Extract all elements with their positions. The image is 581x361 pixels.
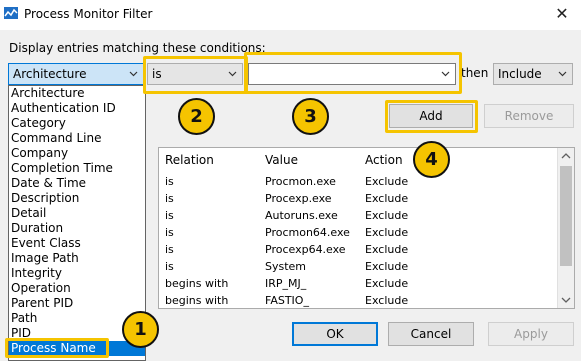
relation-cell: is: [165, 260, 174, 273]
ok-button[interactable]: OK: [292, 322, 378, 346]
value-input[interactable]: [248, 63, 456, 85]
dropdown-item[interactable]: Completion Time: [9, 161, 145, 176]
action-cell: Exclude: [365, 277, 409, 290]
action-cell: Exclude: [365, 226, 409, 239]
step-badge-4: 4: [413, 141, 450, 178]
action-select[interactable]: Include: [493, 63, 573, 85]
dropdown-item[interactable]: Command Line: [9, 131, 145, 146]
action-cell: Exclude: [365, 243, 409, 256]
dropdown-item[interactable]: Operation: [9, 281, 145, 296]
action-cell: Exclude: [365, 175, 409, 188]
scroll-thumb[interactable]: [560, 166, 572, 266]
scroll-down-arrow-icon[interactable]: [561, 296, 571, 304]
action-cell: Exclude: [365, 260, 409, 273]
relation-cell: is: [165, 209, 174, 222]
dropdown-item[interactable]: Image Path: [9, 251, 145, 266]
step-badge-3: 3: [292, 98, 329, 135]
column-header-relation[interactable]: Relation: [165, 153, 214, 167]
dropdown-item[interactable]: Parent PID: [9, 296, 145, 311]
table-row[interactable]: begins with IRP_MJ_ Exclude: [159, 276, 559, 293]
chevron-down-icon: [558, 71, 567, 77]
conditions-label: Display entries matching these condition…: [9, 41, 266, 55]
value-cell: FASTIO_: [265, 294, 309, 307]
table-row[interactable]: is Procexp.exe Exclude: [159, 191, 559, 208]
app-icon: [4, 7, 18, 19]
relation-cell: begins with: [165, 294, 229, 307]
table-row[interactable]: is System Exclude: [159, 259, 559, 276]
dropdown-item[interactable]: Date & Time: [9, 176, 145, 191]
vertical-scrollbar[interactable]: [557, 148, 574, 308]
column-header-action[interactable]: Action: [365, 153, 403, 167]
scroll-up-arrow-icon[interactable]: [561, 152, 571, 160]
then-label: then: [461, 66, 489, 80]
column-header-value[interactable]: Value: [265, 153, 298, 167]
dropdown-item[interactable]: Detail: [9, 206, 145, 221]
dropdown-item[interactable]: Duration: [9, 221, 145, 236]
relation-cell: is: [165, 243, 174, 256]
table-row[interactable]: is Autoruns.exe Exclude: [159, 208, 559, 225]
column-select[interactable]: Architecture: [8, 63, 144, 85]
relation-select[interactable]: is: [147, 63, 243, 85]
dropdown-item[interactable]: Category: [9, 116, 145, 131]
value-cell: Procmon.exe: [265, 175, 336, 188]
add-button[interactable]: Add: [389, 104, 473, 128]
step-badge-1: 1: [122, 311, 159, 348]
dropdown-item[interactable]: Authentication ID: [9, 101, 145, 116]
action-cell: Exclude: [365, 192, 409, 205]
window-title: Process Monitor Filter: [24, 7, 153, 21]
value-cell: Procmon64.exe: [265, 226, 350, 239]
step-badge-2: 2: [178, 98, 215, 135]
relation-cell: is: [165, 192, 174, 205]
cancel-button[interactable]: Cancel: [388, 322, 474, 346]
relation-cell: is: [165, 175, 174, 188]
value-cell: Procexp.exe: [265, 192, 332, 205]
chevron-down-icon: [441, 71, 450, 77]
relation-select-value: is: [152, 67, 162, 81]
value-cell: Procexp64.exe: [265, 243, 346, 256]
chevron-down-icon: [228, 71, 237, 77]
table-row[interactable]: is Procexp64.exe Exclude: [159, 242, 559, 259]
value-cell: IRP_MJ_: [265, 277, 307, 290]
filter-list[interactable]: Relation Value Action is Procmon.exe Exc…: [158, 147, 575, 309]
relation-cell: is: [165, 226, 174, 239]
dropdown-item[interactable]: Company: [9, 146, 145, 161]
action-cell: Exclude: [365, 209, 409, 222]
dropdown-item[interactable]: Integrity: [9, 266, 145, 281]
table-row[interactable]: begins with FASTIO_ Exclude: [159, 293, 559, 308]
close-button[interactable]: ✕: [549, 2, 575, 26]
chevron-down-icon: [129, 71, 138, 77]
table-row[interactable]: is Procmon64.exe Exclude: [159, 225, 559, 242]
value-cell: Autoruns.exe: [265, 209, 338, 222]
remove-button[interactable]: Remove: [484, 104, 574, 128]
dropdown-item-process-name[interactable]: Process Name: [9, 341, 145, 356]
dropdown-item[interactable]: Architecture: [9, 86, 145, 101]
action-select-value: Include: [498, 67, 542, 81]
relation-cell: begins with: [165, 277, 229, 290]
action-cell: Exclude: [365, 294, 409, 307]
dropdown-item[interactable]: Description: [9, 191, 145, 206]
apply-button[interactable]: Apply: [488, 322, 574, 346]
dropdown-item[interactable]: Event Class: [9, 236, 145, 251]
value-cell: System: [265, 260, 307, 273]
column-select-value: Architecture: [13, 67, 87, 81]
table-row[interactable]: is Procmon.exe Exclude: [159, 174, 559, 191]
